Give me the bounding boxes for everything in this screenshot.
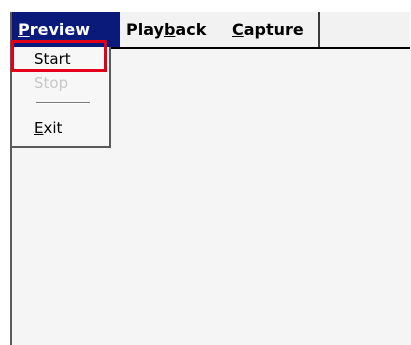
menu-playback-label-pre: Play (126, 20, 164, 39)
menu-capture-label-post: apture (243, 20, 304, 39)
menu-capture-mnemonic: C (232, 20, 244, 39)
menu-item-start[interactable]: Start (12, 48, 109, 70)
menu-preview[interactable]: Preview (12, 12, 120, 47)
menu-preview-label-post: review (29, 20, 91, 39)
preview-dropdown-menu: Start Stop Exit (10, 47, 111, 148)
menu-item-stop: Stop (12, 72, 109, 94)
menu-item-stop-label: Stop (34, 74, 69, 92)
menu-item-exit-label: xit (43, 119, 63, 137)
menu-capture[interactable]: Capture (226, 12, 316, 47)
menu-playback[interactable]: Playback (120, 12, 226, 47)
menu-item-exit[interactable]: Exit (12, 117, 109, 139)
menu-separator (36, 102, 90, 104)
menu-bar: Preview Playback Capture (10, 12, 410, 49)
menu-item-start-label: Start (34, 50, 71, 68)
menu-bar-group: Preview Playback Capture (10, 12, 320, 47)
menu-playback-label-post: ack (175, 20, 207, 39)
menu-preview-mnemonic: P (18, 20, 30, 39)
app-window: Preview Playback Capture Start Stop Exit (0, 0, 411, 345)
menu-playback-mnemonic: b (163, 20, 176, 39)
